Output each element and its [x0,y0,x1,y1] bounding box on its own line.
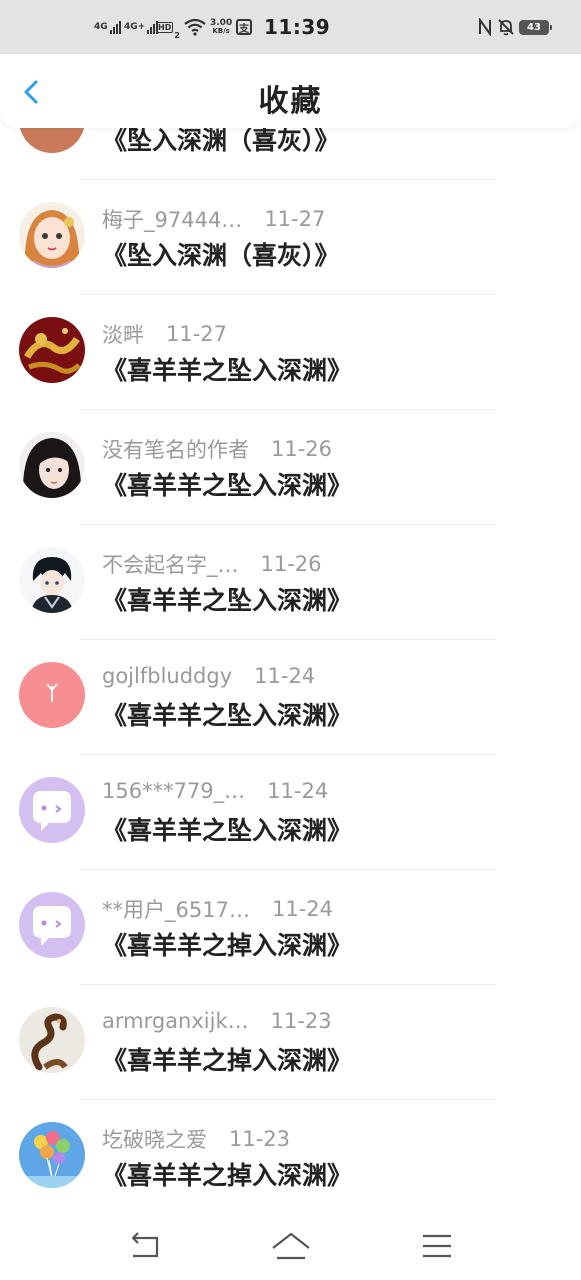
list-item[interactable]: 圪破晓之爱 11-23 《喜羊羊之掉入深渊》 [0,1100,581,1215]
work-title: 《坠入深渊（喜灰）》 [102,241,340,270]
avatar [19,892,85,958]
battery-icon: 43 [519,0,552,54]
item-meta: 圪破晓之爱 11-23 [102,1124,290,1154]
back-nav-button[interactable] [123,1224,167,1268]
author-name: 淡畔 [102,323,144,347]
list-item[interactable]: 不会起名字_… 11-26 《喜羊羊之坠入深渊》 [0,525,581,640]
page-title: 收藏 [258,84,323,119]
list-item[interactable]: gojlfbluddgy 11-24 《喜羊羊之坠入深渊》 [0,640,581,755]
author-name: 梅子_97444… [102,208,243,232]
item-meta: 156***779_… 11-24 [102,779,328,803]
list-item[interactable]: 梅子_97444… 11-27 《坠入深渊（喜灰）》 [0,180,581,295]
author-name: 没有笔名的作者 [102,438,249,462]
hd-indicator: HD 2 [156,0,180,54]
item-meta: armrganxijk… 11-23 [102,1009,332,1033]
battery-level: 43 [519,19,552,35]
hd-sub: 2 [174,31,180,40]
item-meta: 淡畔 11-27 [102,319,227,349]
item-meta: 不会起名字_… 11-26 [102,549,322,579]
status-bar: 4G 4G+ HD 2 3.00 KB/s 支 11:39 43 [0,0,581,54]
avatar [19,1007,85,1073]
author-name: **用户_6517… [102,898,250,922]
signal-icon [109,20,121,34]
list-item[interactable]: 没有笔名的作者 11-26 《喜羊羊之坠入深渊》 [0,410,581,525]
avatar [19,317,85,383]
menu-nav-icon [423,1234,451,1258]
nfc-icon [478,0,492,54]
avatar [19,1122,85,1188]
item-date: 11-24 [267,779,329,803]
cellular-signal-2: 4G+ [124,0,159,54]
item-meta: 梅子_97444… 11-27 [102,204,325,234]
mute-bell-icon [497,0,515,54]
work-title: 《喜羊羊之坠入深渊》 [102,471,353,500]
item-date: 11-27 [264,207,326,231]
work-title: 《喜羊羊之掉入深渊》 [102,931,353,960]
favorites-list: 《坠入深渊（喜灰）》 梅子_97444… 11-27 《坠入深渊（喜灰）》 淡畔… [0,65,581,1215]
list-item[interactable]: 156***779_… 11-24 《喜羊羊之坠入深渊》 [0,755,581,870]
work-title: 《喜羊羊之掉入深渊》 [102,1161,353,1190]
item-date: 11-24 [254,664,316,688]
work-title: 《喜羊羊之坠入深渊》 [102,816,353,845]
item-meta: **用户_6517… 11-24 [102,894,333,924]
work-title: 《喜羊羊之坠入深渊》 [102,356,353,385]
author-name: 不会起名字_… [102,553,239,577]
item-date: 11-23 [270,1009,332,1033]
network-type-1: 4G [94,21,108,32]
menu-nav-button[interactable] [415,1224,459,1268]
hd-icon: HD [156,21,174,33]
list-item[interactable]: 淡畔 11-27 《喜羊羊之坠入深渊》 [0,295,581,410]
work-title: 《喜羊羊之掉入深渊》 [102,1046,353,1075]
author-name: gojlfbluddgy [102,664,233,688]
item-date: 11-26 [260,552,322,576]
home-nav-button[interactable] [269,1224,313,1268]
work-title: 《喜羊羊之坠入深渊》 [102,701,353,730]
pay-icon: 支 [236,19,252,35]
author-name: 156***779_… [102,779,246,803]
item-date: 11-26 [271,437,333,461]
network-speed: 3.00 KB/s [210,0,232,54]
list-item[interactable]: **用户_6517… 11-24 《喜羊羊之掉入深渊》 [0,870,581,985]
item-meta: gojlfbluddgy 11-24 [102,664,315,688]
list-item[interactable]: armrganxijk… 11-23 《喜羊羊之掉入深渊》 [0,985,581,1100]
item-date: 11-24 [271,897,333,921]
speed-unit: KB/s [212,27,230,35]
header: 收藏 [0,54,581,128]
wifi-icon [184,0,206,54]
avatar [19,202,85,268]
cellular-signal-1: 4G [94,0,121,54]
work-title: 《喜羊羊之坠入深渊》 [102,586,353,615]
home-nav-icon [272,1232,310,1260]
author-name: 圪破晓之爱 [102,1128,207,1152]
pay-indicator: 支 [236,0,252,54]
avatar [19,432,85,498]
clock: 11:39 [264,0,330,54]
system-nav-bar [0,1212,581,1280]
network-type-2: 4G+ [124,21,146,32]
item-meta: 没有笔名的作者 11-26 [102,434,332,464]
avatar [19,662,85,728]
item-date: 11-27 [166,322,228,346]
avatar [19,547,85,613]
author-name: armrganxijk… [102,1009,249,1033]
item-date: 11-23 [229,1127,291,1151]
time: 11:39 [264,15,331,39]
back-nav-icon [131,1232,159,1258]
avatar [19,777,85,843]
